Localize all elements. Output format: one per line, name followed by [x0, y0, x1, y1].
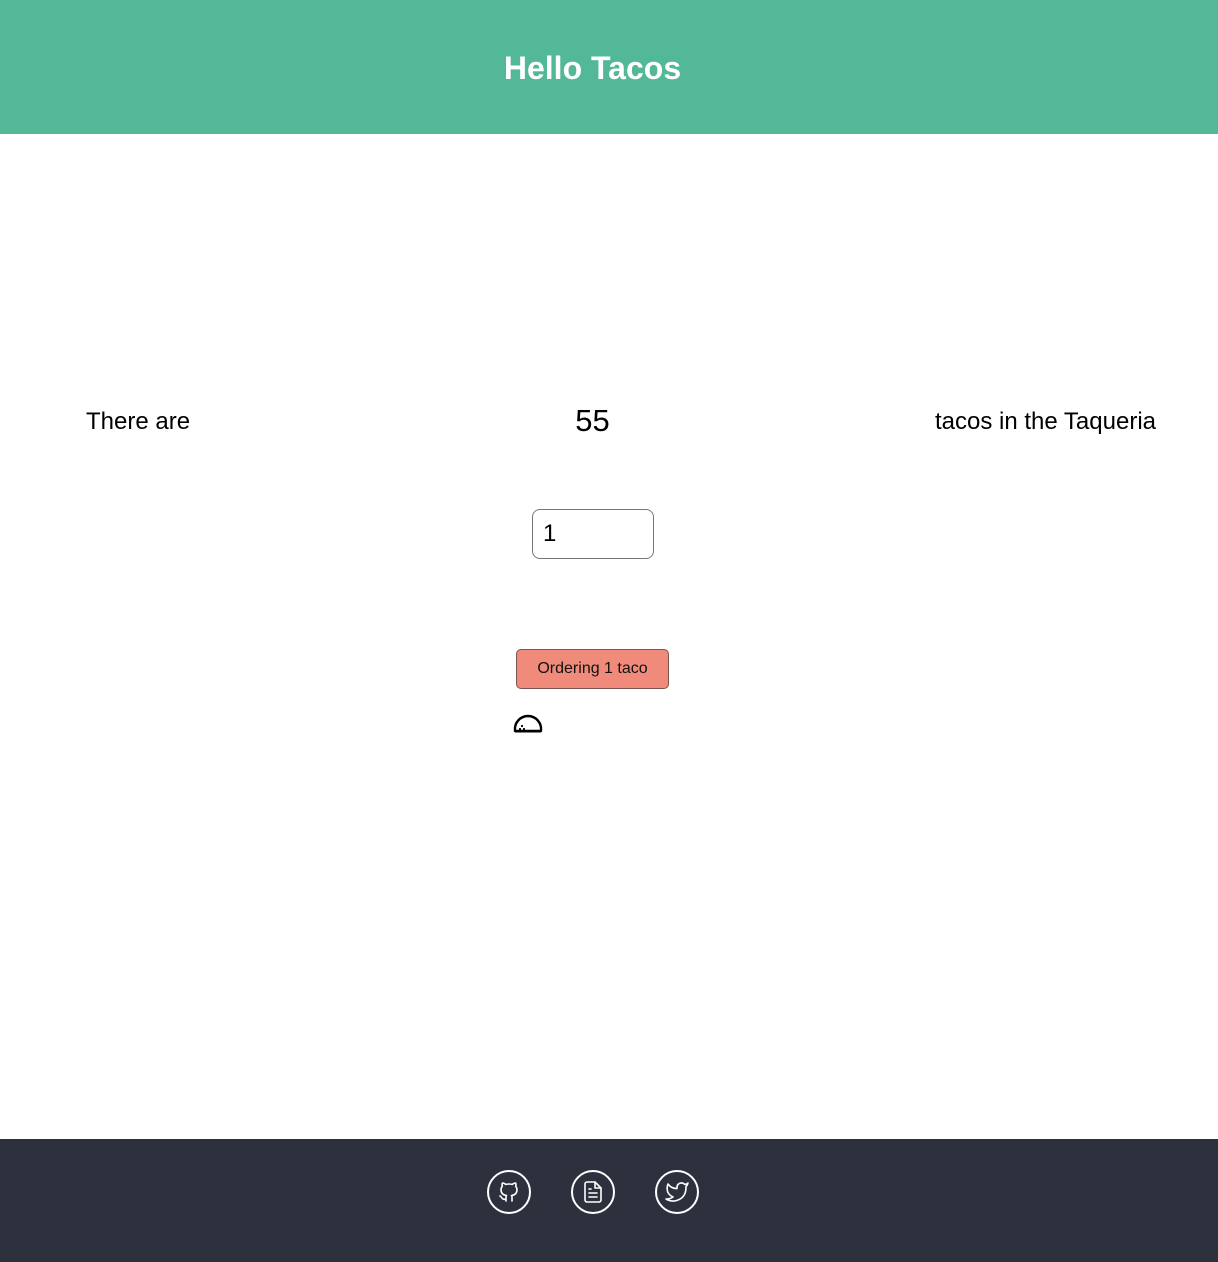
app-footer — [0, 1139, 1218, 1262]
twitter-link[interactable] — [655, 1170, 699, 1214]
page-title: Hello Tacos — [503, 50, 682, 86]
order-button[interactable]: Ordering 1 taco — [516, 649, 669, 689]
inventory-row: There are 55 tacos in the Taqueria — [0, 400, 1218, 442]
inventory-suffix-text: tacos in the Taqueria — [934, 408, 1156, 435]
twitter-icon — [665, 1180, 689, 1204]
github-icon — [497, 1180, 521, 1204]
app-header: Hello Tacos — [0, 0, 1218, 134]
document-icon — [581, 1180, 605, 1204]
taco-icon — [512, 712, 544, 734]
docs-link[interactable] — [571, 1170, 615, 1214]
quantity-input[interactable] — [532, 509, 654, 559]
github-link[interactable] — [487, 1170, 531, 1214]
